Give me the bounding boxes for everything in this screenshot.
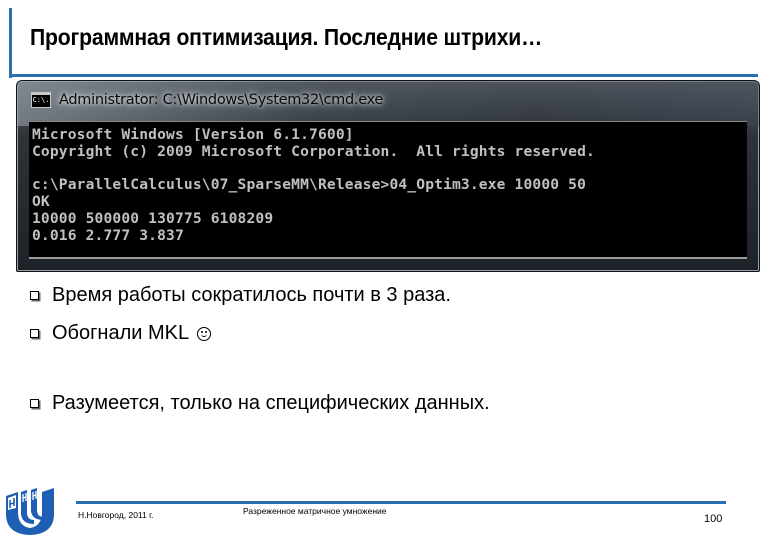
console-line: 0.016 2.777 3.837 xyxy=(32,227,184,244)
cmd-titlebar: C:\. Administrator: C:\Windows\System32\… xyxy=(17,81,759,119)
checkbox-bullet-icon xyxy=(30,329,39,338)
bullet-text: Разумеется, только на специфических данн… xyxy=(52,392,490,414)
title-accent-vertical-line xyxy=(9,8,12,78)
console-line-command: c:\ParallelCalculus\07_SparseMM\Release>… xyxy=(32,176,587,193)
cmd-window-screenshot: C:\. Administrator: C:\Windows\System32\… xyxy=(16,80,760,272)
page-number: 100 xyxy=(704,513,723,525)
console-line: OK xyxy=(32,193,50,210)
unn-logo-icon xyxy=(6,488,54,535)
bullet-item: Время работы сократилось почти в 3 раза. xyxy=(30,284,451,307)
title-accent-horizontal-line xyxy=(9,74,758,77)
bullet-item: Обогнали MKL xyxy=(30,322,212,345)
console-line: Microsoft Windows [Version 6.1.7600] xyxy=(32,126,354,143)
cmd-window-title: Administrator: C:\Windows\System32\cmd.e… xyxy=(59,92,384,108)
cmd-console-output: Microsoft Windows [Version 6.1.7600] Cop… xyxy=(29,121,747,259)
bullet-text: Время работы сократилось почти в 3 раза. xyxy=(52,284,451,306)
cmd-icon: C:\. xyxy=(31,92,51,108)
bullet-item: Разумеется, только на специфических данн… xyxy=(30,392,490,415)
console-line: 10000 500000 130775 6108209 xyxy=(32,210,274,227)
bullet-text: Обогнали MKL xyxy=(52,322,190,344)
slide-title: Программная оптимизация. Последние штрих… xyxy=(30,24,543,50)
smiley-icon xyxy=(197,326,212,341)
footer-topic: Разреженное матричное умножение xyxy=(243,506,387,516)
checkbox-bullet-icon xyxy=(30,291,39,300)
footer-divider xyxy=(76,501,726,504)
checkbox-bullet-icon xyxy=(30,399,39,408)
footer-city-year: Н.Новгород, 2011 г. xyxy=(78,510,154,520)
console-line: Copyright (c) 2009 Microsoft Corporation… xyxy=(32,143,595,160)
